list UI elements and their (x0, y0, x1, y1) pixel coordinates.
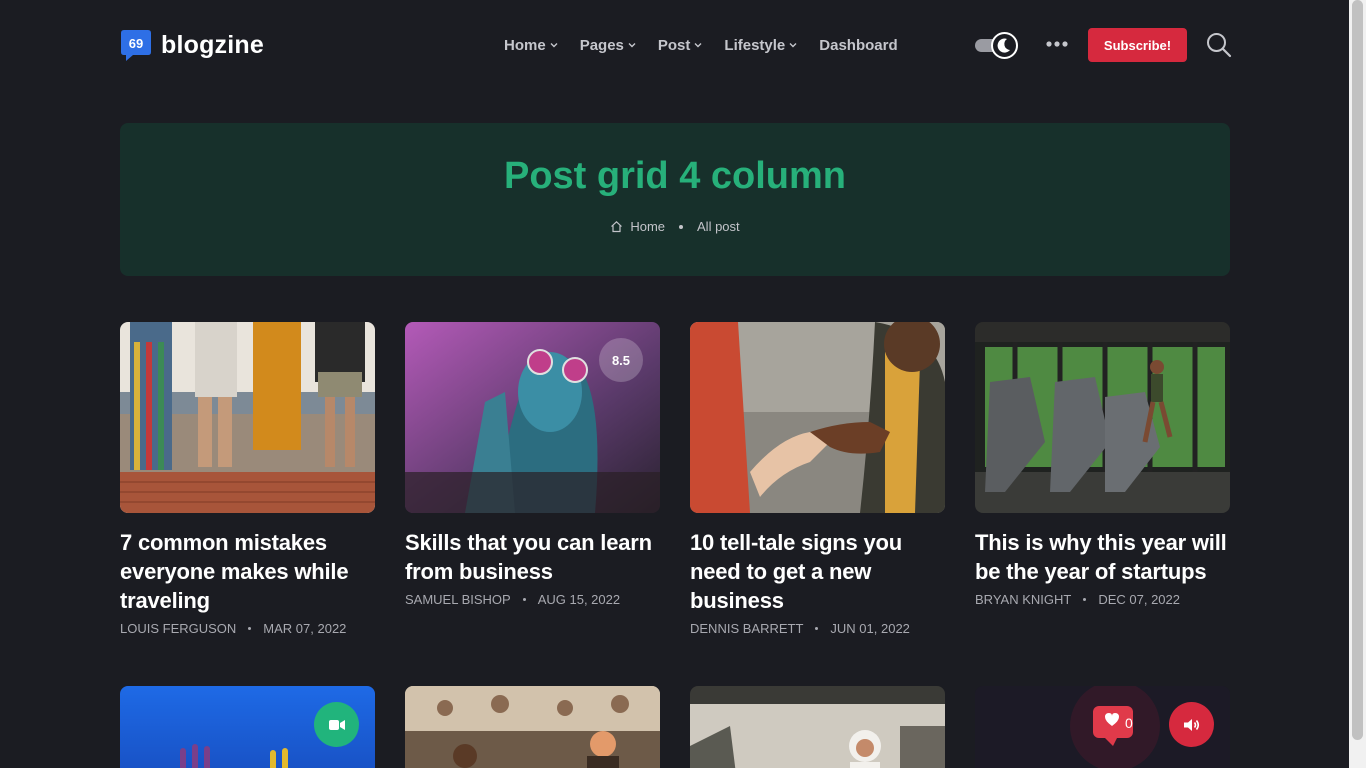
nav-item-dashboard[interactable]: Dashboard (819, 34, 897, 56)
audio-badge[interactable] (1169, 702, 1214, 747)
post-card (120, 686, 375, 768)
post-card: 0 (975, 686, 1230, 768)
svg-text:69: 69 (129, 36, 143, 51)
chevron-down-icon (789, 43, 797, 48)
post-image[interactable] (120, 686, 375, 768)
site-header: 69 blogzine Home Pages Post Lifestyle Da… (0, 0, 1349, 90)
post-date: JUN 01, 2022 (830, 621, 910, 636)
nav-item-pages[interactable]: Pages (580, 34, 636, 56)
brand-name: blogzine (161, 30, 264, 59)
nav-label: Pages (579, 36, 624, 54)
meta-separator (815, 627, 819, 630)
chevron-down-icon (550, 43, 558, 48)
nav-label: Lifestyle (724, 36, 786, 54)
chevron-down-icon (694, 43, 702, 48)
post-image[interactable]: 8.5 (405, 322, 660, 513)
breadcrumb-separator (679, 224, 684, 229)
post-author[interactable]: SAMUEL BISHOP (405, 592, 511, 607)
nav-label: Dashboard (819, 36, 898, 54)
post-image[interactable] (690, 322, 945, 513)
post-card (405, 686, 660, 768)
post-image[interactable] (690, 686, 945, 768)
theme-toggle[interactable] (975, 31, 1019, 59)
post-title[interactable]: Skills that you can learn from business (405, 528, 660, 586)
post-card: 10 tell-tale signs you need to get a new… (690, 322, 945, 636)
post-card: 7 common mistakes everyone makes while t… (120, 322, 375, 636)
home-icon (611, 220, 623, 233)
subscribe-button[interactable]: Subscribe! (1088, 28, 1187, 62)
video-icon (328, 719, 345, 730)
nav-label: Post (657, 36, 691, 54)
main-nav: Home Pages Post Lifestyle Dashboard (504, 34, 920, 56)
post-image[interactable] (405, 686, 660, 768)
nav-label: Home (504, 36, 546, 54)
logo-icon: 69 (120, 28, 152, 62)
post-title[interactable]: This is why this year will be the year o… (975, 528, 1230, 586)
nav-item-post[interactable]: Post (658, 34, 703, 56)
meta-separator (1083, 598, 1087, 601)
post-image[interactable] (975, 322, 1230, 513)
post-meta: DENNIS BARRETT JUN 01, 2022 (690, 621, 945, 636)
post-meta: SAMUEL BISHOP AUG 15, 2022 (405, 592, 660, 607)
post-title[interactable]: 10 tell-tale signs you need to get a new… (690, 528, 945, 615)
chevron-down-icon (628, 43, 636, 48)
meta-separator (248, 627, 252, 630)
moon-icon (991, 32, 1018, 59)
post-date: MAR 07, 2022 (263, 621, 347, 636)
post-card (690, 686, 945, 768)
post-card: 8.5 Skills that you can learn from busin… (405, 322, 660, 607)
post-author[interactable]: LOUIS FERGUSON (120, 621, 236, 636)
nav-item-lifestyle[interactable]: Lifestyle (724, 34, 797, 56)
post-author[interactable]: DENNIS BARRETT (690, 621, 803, 636)
volume-icon (1183, 718, 1199, 731)
breadcrumb-current: All post (697, 219, 740, 234)
page-hero: Post grid 4 column Home All post (120, 123, 1230, 276)
post-meta: LOUIS FERGUSON MAR 07, 2022 (120, 621, 375, 636)
page-scrollbar[interactable] (1349, 0, 1366, 768)
svg-text:0: 0 (1125, 715, 1133, 731)
post-author[interactable]: BRYAN KNIGHT (975, 592, 1071, 607)
meta-separator (522, 598, 526, 601)
page-title: Post grid 4 column (503, 155, 847, 197)
breadcrumb-home-link[interactable]: Home (630, 219, 665, 234)
post-date: AUG 15, 2022 (537, 592, 621, 607)
post-title[interactable]: 7 common mistakes everyone makes while t… (120, 528, 375, 615)
brand-logo[interactable]: 69 blogzine (120, 28, 264, 62)
post-date: DEC 07, 2022 (1098, 592, 1180, 607)
post-meta: BRYAN KNIGHT DEC 07, 2022 (975, 592, 1230, 607)
rating-badge: 8.5 (599, 338, 643, 382)
nav-item-home[interactable]: Home (504, 34, 558, 56)
video-badge[interactable] (314, 702, 359, 747)
post-card: This is why this year will be the year o… (975, 322, 1230, 607)
post-image[interactable] (120, 322, 375, 513)
scrollbar-thumb[interactable] (1352, 0, 1363, 740)
search-icon[interactable] (1205, 31, 1232, 58)
post-image[interactable]: 0 (975, 686, 1230, 768)
ellipsis-icon[interactable] (1046, 41, 1068, 47)
breadcrumb: Home All post (120, 219, 1230, 234)
